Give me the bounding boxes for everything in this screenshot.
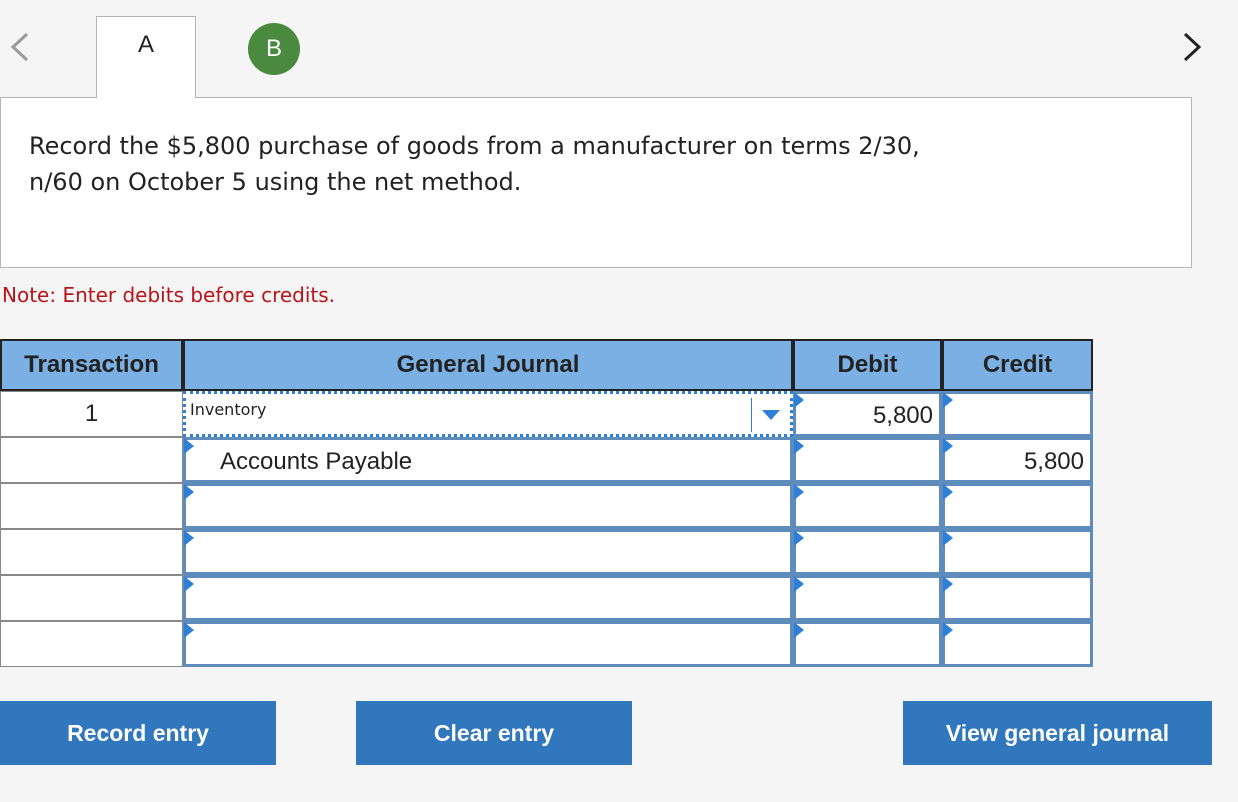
transaction-cell (0, 621, 183, 667)
transaction-cell (0, 529, 183, 575)
prompt-line-1: Record the $5,800 purchase of goods from… (29, 132, 920, 160)
cell-marker-icon (184, 622, 194, 638)
account-input[interactable] (183, 621, 793, 667)
chevron-right-icon (1183, 32, 1202, 62)
debit-input[interactable] (793, 575, 942, 621)
cell-marker-icon (943, 576, 953, 592)
credit-input[interactable] (942, 483, 1093, 529)
account-input[interactable] (183, 529, 793, 575)
debit-input[interactable] (793, 621, 942, 667)
cell-marker-icon (794, 392, 804, 408)
cell-marker-icon (943, 392, 953, 408)
debit-value: 5,800 (872, 402, 933, 429)
record-entry-button[interactable]: Record entry (0, 701, 276, 765)
tab-a-label: A (137, 31, 154, 58)
tab-a[interactable]: A (96, 16, 196, 98)
prompt-line-2: n/60 on October 5 using the net method. (29, 168, 522, 196)
account-input[interactable] (183, 575, 793, 621)
cell-marker-icon (184, 438, 194, 454)
prev-arrow[interactable] (0, 22, 40, 72)
cell-marker-icon (184, 576, 194, 592)
transaction-cell (0, 483, 183, 529)
caret-down-icon (762, 410, 780, 420)
cell-marker-icon (943, 530, 953, 546)
account-value: Inventory (190, 400, 267, 419)
transaction-cell: 1 (0, 391, 183, 437)
credit-input[interactable] (942, 391, 1093, 437)
debit-input[interactable]: 5,800 (793, 391, 942, 437)
cell-marker-icon (943, 438, 953, 454)
cell-marker-icon (943, 484, 953, 500)
credit-input[interactable] (942, 575, 1093, 621)
account-input[interactable]: Accounts Payable (183, 437, 793, 483)
cell-marker-icon (184, 530, 194, 546)
credit-input[interactable]: 5,800 (942, 437, 1093, 483)
account-value: Accounts Payable (220, 448, 413, 475)
account-dropdown[interactable]: Inventory (183, 391, 793, 437)
tab-b-label: B (265, 35, 282, 62)
question-prompt: Record the $5,800 purchase of goods from… (0, 97, 1192, 268)
debit-input[interactable] (793, 483, 942, 529)
cell-marker-icon (943, 622, 953, 638)
header-credit: Credit (942, 339, 1093, 391)
credit-value: 5,800 (1023, 448, 1084, 475)
cell-marker-icon (794, 484, 804, 500)
clear-entry-button[interactable]: Clear entry (356, 701, 632, 765)
cell-marker-icon (184, 484, 194, 500)
account-input[interactable] (183, 483, 793, 529)
header-transaction: Transaction (0, 339, 183, 391)
note-text: Note: Enter debits before credits. (2, 283, 336, 307)
cell-marker-icon (794, 438, 804, 454)
header-debit: Debit (793, 339, 942, 391)
header-general-journal: General Journal (183, 339, 793, 391)
transaction-cell (0, 575, 183, 621)
credit-input[interactable] (942, 529, 1093, 575)
transaction-cell (0, 437, 183, 483)
debit-input[interactable] (793, 437, 942, 483)
debit-input[interactable] (793, 529, 942, 575)
next-arrow[interactable] (1172, 22, 1212, 72)
cell-marker-icon (794, 576, 804, 592)
tab-b[interactable]: B (248, 23, 300, 75)
view-general-journal-button[interactable]: View general journal (903, 701, 1212, 765)
chevron-left-icon (10, 32, 29, 62)
cell-marker-icon (794, 530, 804, 546)
cell-marker-icon (794, 622, 804, 638)
credit-input[interactable] (942, 621, 1093, 667)
